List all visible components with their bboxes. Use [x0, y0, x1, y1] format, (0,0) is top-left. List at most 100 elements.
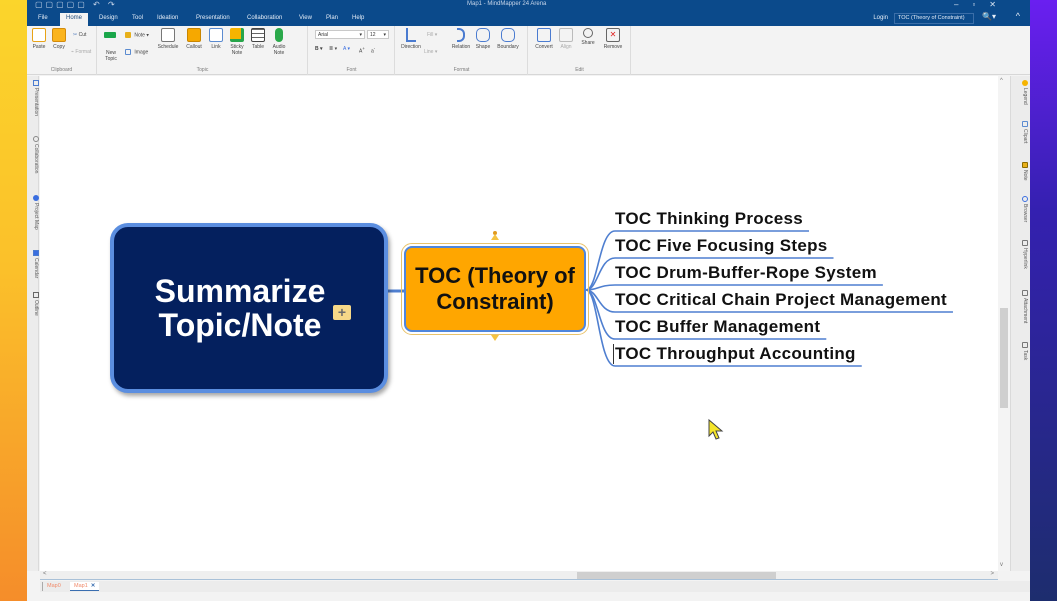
panel-tab-note[interactable]: Note — [1016, 162, 1028, 181]
subtopic-buffer-management[interactable]: TOC Buffer Management — [615, 317, 820, 337]
tab-plan[interactable]: Plan — [320, 13, 344, 26]
horizontal-scrollbar[interactable]: < > — [40, 571, 998, 580]
new-topic-button[interactable]: New Topic — [101, 50, 121, 62]
quick-access-toolbar[interactable]: ▢▢▢▢▢ ↶ ↷ — [35, 0, 118, 9]
font-color-button[interactable]: A ▾ — [343, 46, 350, 52]
schedule-button[interactable]: Schedule — [156, 28, 180, 50]
new-topic-icon-button[interactable] — [104, 32, 118, 38]
tab-tool[interactable]: Tool — [126, 13, 149, 26]
tab-collaboration[interactable]: Collaboration — [241, 13, 288, 26]
scroll-right-icon[interactable]: > — [990, 571, 994, 577]
scroll-up-icon[interactable]: ^ — [1000, 78, 1003, 84]
login-link[interactable]: Login — [873, 15, 888, 21]
scroll-left-icon[interactable]: < — [43, 571, 47, 577]
panel-tab-task[interactable]: Task — [1016, 342, 1028, 360]
callout-button[interactable]: Callout — [184, 28, 204, 50]
tab-help[interactable]: Help — [346, 13, 370, 26]
convert-button[interactable]: Convert — [533, 28, 555, 50]
tab-design[interactable]: Design — [93, 13, 124, 26]
callout-icon — [187, 28, 201, 42]
panel-tab-outline[interactable]: Outline — [27, 292, 39, 316]
subtopic-five-focusing-steps[interactable]: TOC Five Focusing Steps — [615, 236, 828, 256]
search-icon[interactable]: 🔍▾ — [982, 12, 996, 21]
direction-icon — [406, 28, 416, 42]
subtopic-critical-chain[interactable]: TOC Critical Chain Project Management — [615, 290, 947, 310]
tab-presentation[interactable]: Presentation — [190, 13, 236, 26]
map-canvas[interactable]: Summarize Topic/Note + TOC (Theory of Co… — [40, 76, 998, 571]
edit-group: Convert Align Share ✕ Remove Edit — [529, 26, 631, 75]
tab-home[interactable]: Home — [60, 13, 89, 26]
align-button-edit[interactable]: Align — [557, 28, 575, 50]
shape-button[interactable]: Shape — [474, 28, 492, 50]
font-family-select[interactable]: Arial ▾ — [315, 30, 365, 39]
image-button[interactable]: Image — [125, 49, 148, 55]
horizontal-scroll-thumb[interactable] — [577, 572, 776, 579]
scroll-down-icon[interactable]: v — [1000, 562, 1003, 568]
subtopic-thinking-process[interactable]: TOC Thinking Process — [615, 209, 803, 229]
boundary-button[interactable]: Boundary — [494, 28, 522, 50]
panel-tab-browser[interactable]: Browser — [1016, 196, 1028, 222]
panel-tab-legend[interactable]: Legend — [1016, 80, 1028, 105]
format-painter-icon: ⌁ — [71, 49, 75, 55]
vertical-scrollbar[interactable]: ^ v — [998, 76, 1010, 571]
cut-button[interactable]: ✂ Cut — [73, 32, 86, 38]
align-icon — [559, 28, 573, 42]
doc-tab-map0[interactable]: Map0 — [42, 582, 65, 591]
share-button[interactable]: Share — [579, 28, 597, 46]
shape-icon — [476, 28, 490, 42]
image-icon — [125, 49, 131, 55]
link-button[interactable]: Link — [208, 28, 224, 50]
sticky-note-icon — [230, 28, 244, 42]
tab-view[interactable]: View — [293, 13, 318, 26]
topic-group-label: Topic — [196, 67, 209, 73]
panel-tab-project-map[interactable]: Project Map — [27, 195, 39, 230]
central-topic[interactable]: Summarize Topic/Note + — [110, 223, 388, 393]
subtopic-drum-buffer-rope[interactable]: TOC Drum-Buffer-Rope System — [615, 263, 877, 283]
note-button[interactable]: Note ▾ — [125, 32, 149, 38]
fill-button[interactable]: Fill ▾ — [427, 32, 437, 38]
format-group: Direction Fill ▾ Line ▾ Relation Shape B… — [396, 26, 528, 75]
status-bar — [27, 592, 1030, 601]
sticky-note-button[interactable]: Sticky Note — [228, 28, 246, 56]
central-topic-text: Summarize Topic/Note — [154, 273, 326, 343]
title-bar: ▢▢▢▢▢ ↶ ↷ Map1 - MindMapper 24 Arena –▫✕ — [27, 0, 1030, 10]
window-controls[interactable]: –▫✕ — [954, 0, 1010, 9]
font-size-select[interactable]: 12 ▾ — [367, 30, 389, 39]
relation-button[interactable]: Relation — [450, 28, 472, 50]
panel-tab-calendar[interactable]: Calendar — [27, 250, 39, 278]
collapse-up-handle[interactable] — [491, 234, 499, 240]
calendar-icon — [33, 250, 39, 256]
main-topic[interactable]: TOC (Theory of Constraint) — [401, 243, 589, 335]
vertical-scroll-thumb[interactable] — [1000, 308, 1008, 408]
panel-tab-presentation[interactable]: Presentation — [27, 80, 39, 116]
copy-button[interactable]: Copy — [51, 28, 67, 50]
panel-tab-collaboration[interactable]: Collaboration — [27, 136, 39, 173]
collapse-down-handle[interactable] — [491, 335, 499, 341]
project-map-icon — [33, 195, 39, 201]
direction-button[interactable]: Direction — [398, 28, 424, 50]
audio-note-button[interactable]: Audio Note — [270, 28, 288, 56]
close-tab-icon[interactable]: ✕ — [91, 583, 96, 589]
subtopic-throughput-accounting[interactable]: TOC Throughput Accounting — [613, 344, 856, 364]
tab-ideation[interactable]: Ideation — [151, 13, 184, 26]
doc-tab-map1[interactable]: Map1 ✕ — [70, 582, 100, 591]
line-button[interactable]: Line ▾ — [424, 49, 437, 55]
search-input[interactable]: TOC (Theory of Constraint) — [894, 13, 974, 24]
panel-tab-attachment[interactable]: Attachment — [1016, 290, 1028, 323]
tab-file[interactable]: File — [32, 13, 54, 26]
grow-font-button[interactable]: A+ — [359, 46, 365, 55]
paste-button[interactable]: Paste — [31, 28, 47, 50]
collapse-ribbon-icon[interactable]: ^ — [1016, 11, 1020, 21]
bold-button[interactable]: B ▾ — [315, 46, 323, 52]
attachment-icon — [1022, 290, 1028, 296]
align-button[interactable]: ≣ ▾ — [329, 46, 337, 52]
note-plus-icon[interactable]: + — [333, 305, 351, 320]
remove-button[interactable]: ✕ Remove — [601, 28, 625, 50]
format-painter-button[interactable]: ⌁ Format — [71, 49, 91, 55]
panel-tab-hyperlink[interactable]: Hyperlink — [1016, 240, 1028, 269]
table-button[interactable]: Table — [250, 28, 266, 50]
cut-icon: ✂ — [73, 32, 78, 38]
microphone-icon — [275, 28, 283, 42]
shrink-font-button[interactable]: a- — [371, 46, 375, 55]
panel-tab-clipart[interactable]: Clipart — [1016, 121, 1028, 143]
